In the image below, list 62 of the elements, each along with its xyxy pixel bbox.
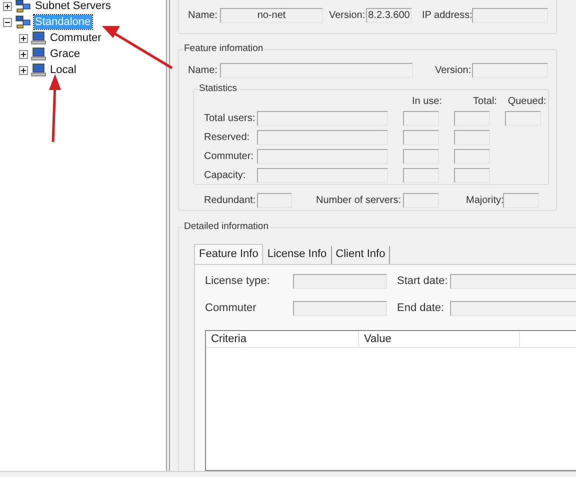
text-field[interactable]: 8.2.3.600: [366, 8, 412, 22]
expand-icon[interactable]: [19, 50, 28, 58]
collapse-icon[interactable]: [3, 18, 12, 26]
text-field[interactable]: [472, 63, 548, 78]
tree-item[interactable]: Grace: [49, 47, 81, 61]
field-label: Version:: [329, 8, 366, 22]
text-field[interactable]: [403, 193, 439, 208]
text-field[interactable]: [257, 149, 388, 164]
field-label: Name:: [188, 8, 218, 22]
text-field[interactable]: [472, 8, 548, 22]
text-field[interactable]: [403, 149, 439, 164]
field-label: Reserved:: [204, 131, 251, 145]
field-label: Commuter: [205, 301, 258, 316]
field-label: Total users:: [204, 112, 256, 126]
text-field[interactable]: [220, 63, 413, 78]
tree-item[interactable]: Local: [49, 63, 78, 77]
field-label: Start date:: [397, 274, 449, 290]
text-field[interactable]: [454, 130, 490, 145]
text-field[interactable]: [293, 274, 387, 289]
column-header[interactable]: Criteria: [206, 331, 359, 347]
field-label: Number of servers:: [316, 194, 402, 208]
field-label: License type:: [205, 274, 271, 290]
expand-icon[interactable]: [3, 2, 12, 10]
text-field[interactable]: [257, 111, 388, 126]
computer-icon: [31, 63, 46, 77]
expand-icon[interactable]: [19, 34, 28, 42]
field-label: Version:: [435, 64, 471, 78]
text-field[interactable]: [403, 168, 439, 183]
tab[interactable]: Client Info: [332, 246, 390, 264]
field-label: Majority:: [466, 194, 503, 208]
expand-icon[interactable]: [19, 66, 28, 74]
text-field[interactable]: [403, 130, 439, 145]
computer-icon: [31, 47, 46, 61]
field-label: Redundant:: [204, 194, 257, 208]
network-computer-icon: [15, 15, 31, 29]
text-field[interactable]: no-net: [220, 8, 323, 22]
text-field[interactable]: [257, 168, 388, 183]
text-field[interactable]: [293, 301, 387, 316]
field-label: Capacity:: [204, 169, 247, 183]
field-label: IP address:: [422, 8, 472, 22]
computer-icon: [31, 31, 46, 45]
field-label: End date:: [397, 301, 446, 316]
text-field[interactable]: [454, 168, 490, 183]
text-field[interactable]: [450, 301, 576, 316]
field-label: Commuter:: [204, 150, 254, 164]
field-label: Queued:: [507, 95, 547, 109]
text-field[interactable]: [450, 274, 576, 289]
tree-item[interactable]: Commuter: [49, 31, 102, 45]
field-label: In use:: [412, 95, 444, 109]
text-field[interactable]: [503, 193, 539, 208]
field-label: Name:: [188, 64, 218, 78]
field-label: Total:: [472, 95, 498, 109]
text-field[interactable]: [505, 111, 541, 126]
tab[interactable]: Feature Info: [194, 244, 264, 264]
text-field[interactable]: [454, 111, 490, 126]
network-computer-icon: [15, 0, 31, 13]
text-field[interactable]: [257, 193, 292, 208]
text-field[interactable]: [403, 111, 439, 126]
column-header[interactable]: Value: [359, 331, 520, 347]
text-field[interactable]: [454, 149, 490, 164]
tree-item[interactable]: Subnet Servers: [34, 0, 112, 13]
text-field[interactable]: [257, 130, 388, 145]
